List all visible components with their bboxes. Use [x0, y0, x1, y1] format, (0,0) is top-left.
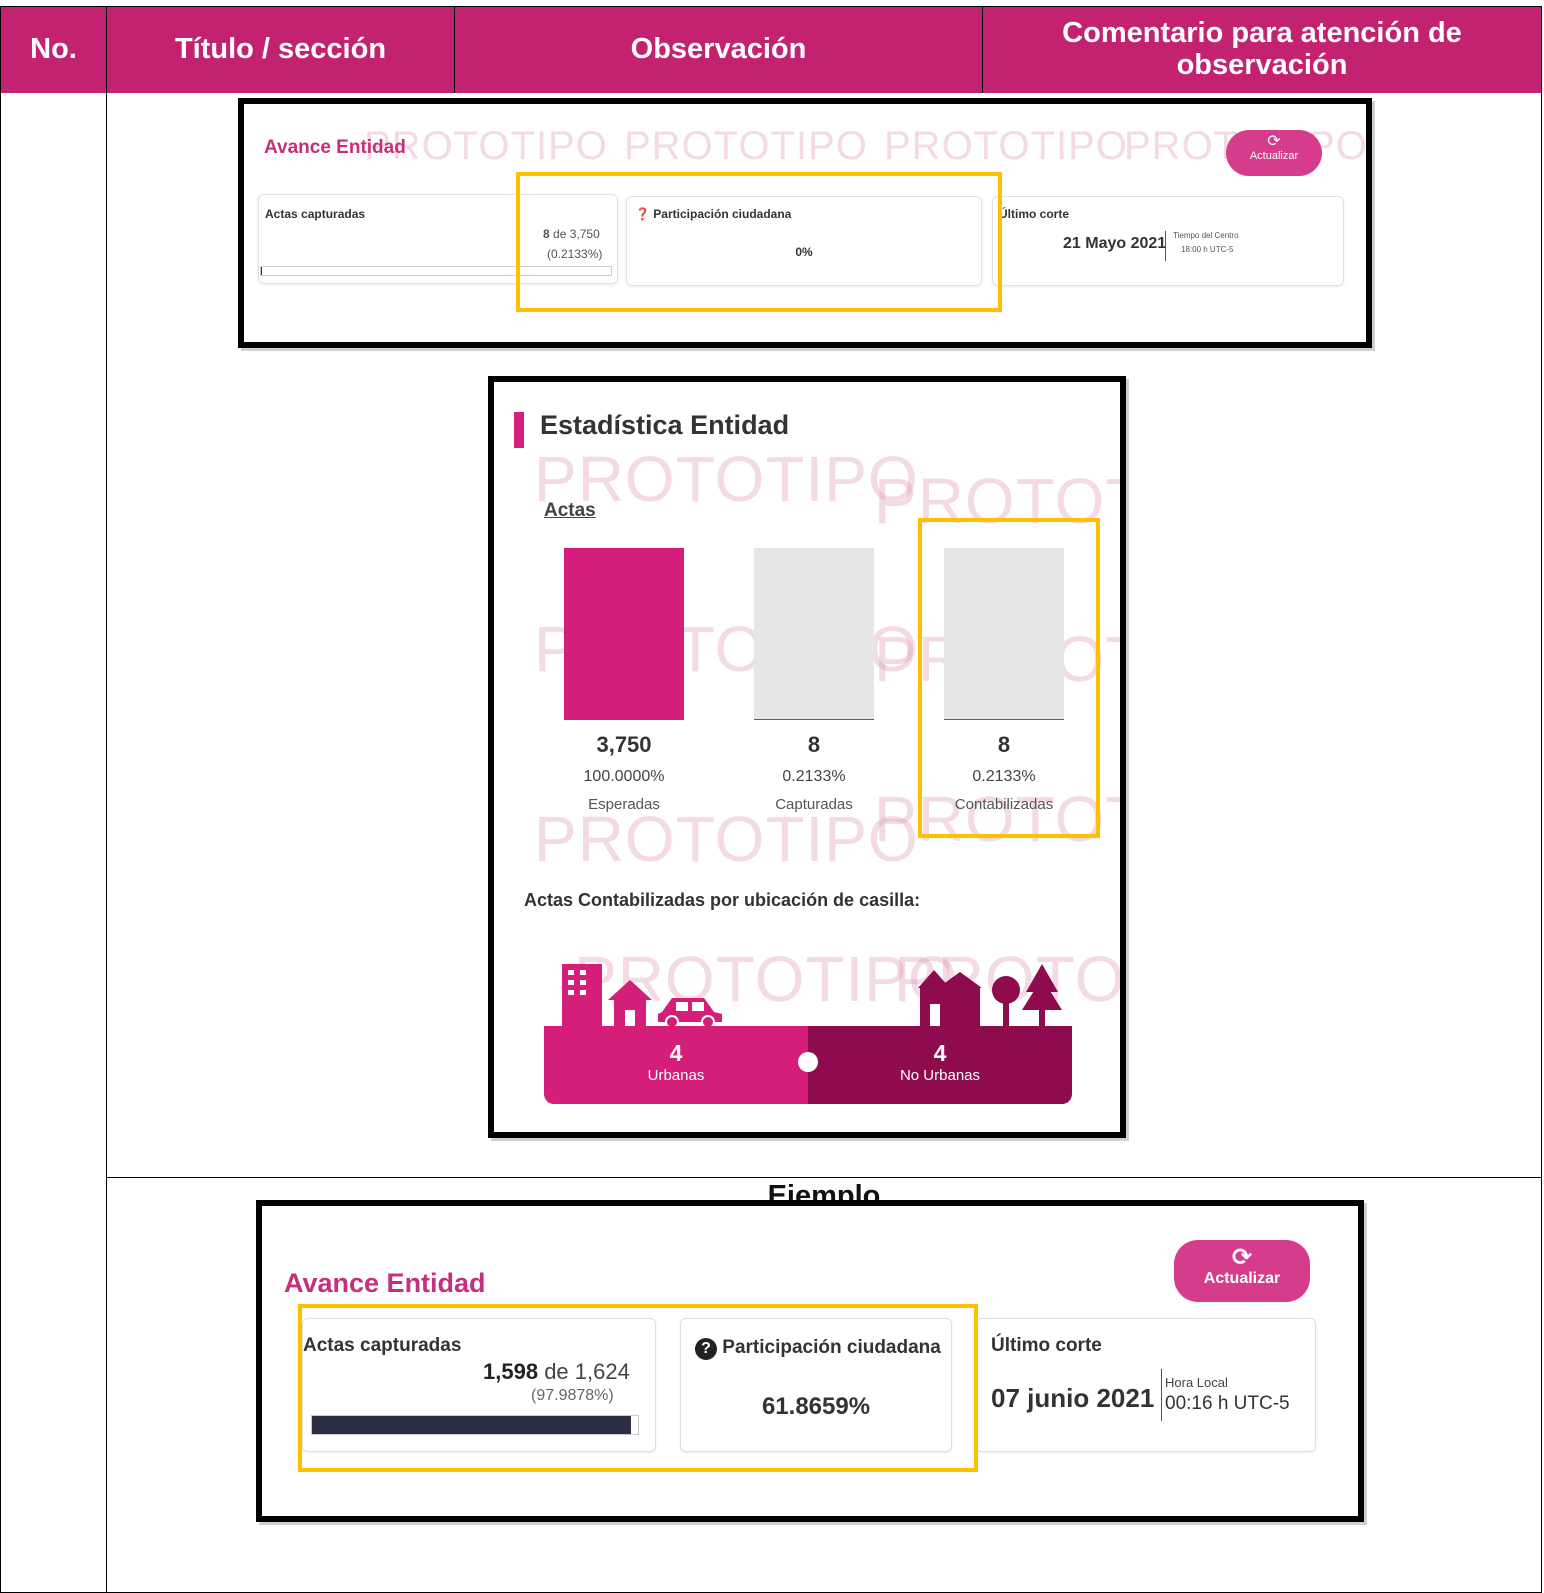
- segment-divider-dot: [798, 1052, 818, 1072]
- house-icon: [608, 980, 652, 1028]
- avance-entidad-title: Avance Entidad: [284, 1268, 486, 1298]
- actas-progress-fill: [261, 267, 262, 275]
- table-header: No. Título / sección Observación Comenta…: [1, 7, 1541, 93]
- bar-percent: 0.2133%: [782, 768, 846, 785]
- ultimo-corte-label: Último corte: [999, 207, 1070, 221]
- building-icon: [562, 964, 602, 1028]
- bar-category: Esperadas: [588, 796, 660, 813]
- bar-fill-esperadas: [564, 548, 684, 720]
- urban-icons: [562, 964, 722, 1028]
- estadistica-entidad-title: Estadística Entidad: [540, 410, 790, 440]
- refresh-icon: ⟳: [1267, 133, 1281, 150]
- ultimo-corte-card: Último corte 21 Mayo 2021 Tiempo del Cen…: [992, 196, 1344, 286]
- corte-time: 18:00 h UTC-5: [1181, 245, 1234, 254]
- title-accent: [514, 412, 524, 448]
- no-urbanas-segment: 4 No Urbanas: [808, 1026, 1072, 1104]
- pine-tree-icon: [1022, 964, 1062, 1028]
- header-no: No.: [1, 7, 107, 93]
- highlight-box: [918, 518, 1100, 838]
- location-title: Actas Contabilizadas por ubicación de ca…: [524, 890, 921, 910]
- header-titulo: Título / sección: [107, 7, 455, 93]
- watermark: PROTOTIPO: [624, 124, 868, 168]
- header-comentario: Comentario para atención de observación: [1062, 17, 1462, 81]
- urbanas-count: 4: [669, 1040, 683, 1066]
- highlight-box: [516, 172, 1002, 312]
- bar-fill-capturadas: [754, 719, 874, 720]
- urbanas-label: Urbanas: [647, 1067, 705, 1084]
- avance-entidad-title: Avance Entidad: [264, 137, 406, 158]
- tree-icon: [992, 976, 1020, 1028]
- actualizar-label: Actualizar: [1249, 150, 1299, 162]
- corte-zone: Tiempo del Centro: [1173, 231, 1239, 240]
- ultimo-corte-card: Último corte 07 junio 2021 Hora Local 00…: [976, 1318, 1316, 1452]
- corte-date: 07 junio 2021: [991, 1383, 1155, 1413]
- bar-slot-capturadas: [754, 548, 874, 720]
- no-urbanas-count: 4: [933, 1040, 947, 1066]
- refresh-icon: ⟳: [1231, 1244, 1253, 1271]
- divider: [1165, 231, 1166, 261]
- avance-entidad-screenshot: PROTOTIPO PROTOTIPO PROTOTIPO PROTOTIPO …: [238, 98, 1372, 348]
- header-observacion: Observación: [455, 7, 983, 93]
- row-divider: [106, 1177, 1541, 1178]
- rural-icons: [918, 964, 1062, 1028]
- corte-zone: Hora Local: [1165, 1375, 1228, 1390]
- column-divider: [106, 93, 107, 1593]
- actualizar-button[interactable]: ⟳ Actualizar: [1174, 1240, 1310, 1302]
- actualizar-button[interactable]: ⟳ Actualizar: [1226, 130, 1322, 176]
- highlight-box: [298, 1304, 978, 1472]
- bar-percent: 100.0000%: [583, 768, 665, 785]
- watermark: PROTOTIPO: [884, 124, 1128, 168]
- estadistica-entidad-screenshot: PROTOTIPO PROTOTIPO PROTOTIPO PROTOTIPO …: [488, 376, 1126, 1138]
- actualizar-label: Actualizar: [1203, 1270, 1281, 1287]
- urbanas-segment: 4 Urbanas: [544, 1026, 808, 1104]
- corte-date: 21 Mayo 2021: [1063, 235, 1167, 252]
- ejemplo-screenshot: Avance Entidad ⟳ Actualizar Actas captur…: [256, 1200, 1364, 1522]
- corte-time: 00:16 h UTC-5: [1165, 1393, 1290, 1414]
- barn-icon: [918, 970, 982, 1028]
- divider: [1161, 1369, 1162, 1421]
- car-icon: [658, 998, 722, 1028]
- bar-value: 3,750: [596, 732, 652, 757]
- bar-category: Capturadas: [775, 796, 853, 813]
- actas-capturadas-label: Actas capturadas: [265, 207, 366, 221]
- ultimo-corte-label: Último corte: [991, 1335, 1102, 1356]
- actas-tab[interactable]: Actas: [544, 500, 596, 522]
- bar-value: 8: [807, 732, 821, 757]
- watermark: PROTOTIPO: [534, 803, 919, 875]
- no-urbanas-label: No Urbanas: [899, 1067, 981, 1084]
- bar-slot-esperadas: [564, 548, 684, 720]
